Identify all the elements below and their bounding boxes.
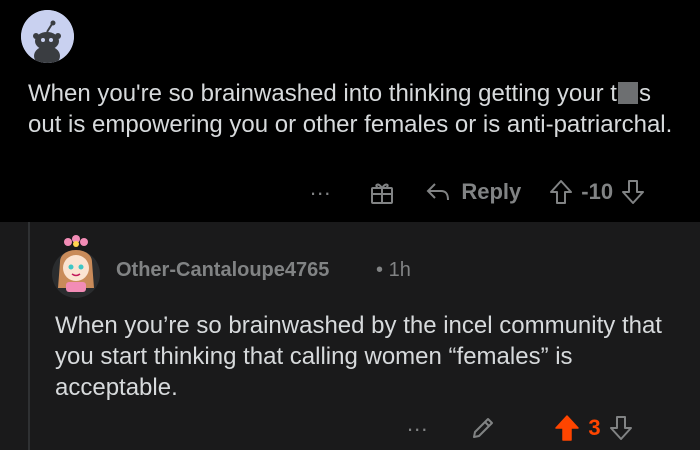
comment-actions: ... Reply -10 [310, 174, 645, 210]
thread-line[interactable] [28, 222, 30, 450]
character-avatar-icon[interactable] [50, 234, 102, 298]
more-options-button[interactable]: ... [310, 177, 331, 199]
comment-actions: ... 3 [407, 410, 633, 446]
vote-score: -10 [581, 179, 614, 204]
gift-icon[interactable] [369, 179, 395, 205]
comment-text: When you’re so brainwashed by the incel … [55, 312, 662, 401]
more-options-button[interactable]: ... [407, 413, 428, 435]
reply-arrow-icon[interactable] [425, 181, 451, 203]
time-text: 1h [388, 259, 411, 281]
reply-comment: Other-Cantaloupe4765 • 1h When you’re so… [0, 222, 700, 450]
downvote-icon[interactable] [609, 415, 633, 441]
separator: • [376, 259, 384, 281]
reply-button[interactable]: Reply [461, 179, 521, 205]
upvote-icon[interactable] [554, 414, 580, 442]
redaction-block [617, 82, 638, 104]
vote-score: 3 [588, 415, 601, 440]
upvote-icon[interactable] [549, 179, 573, 205]
username[interactable]: Other-Cantaloupe4765 [116, 259, 329, 282]
top-comment: When you're so brainwashed into thinking… [0, 0, 700, 222]
snoo-avatar-icon[interactable] [21, 10, 74, 63]
comment-text: When you're so brainwashed into thinking… [28, 78, 678, 140]
downvote-icon[interactable] [621, 179, 645, 205]
pencil-icon[interactable] [470, 415, 496, 441]
comment-text-part: When you're so brainwashed into thinking… [28, 80, 617, 107]
timestamp: • 1h [376, 259, 411, 282]
